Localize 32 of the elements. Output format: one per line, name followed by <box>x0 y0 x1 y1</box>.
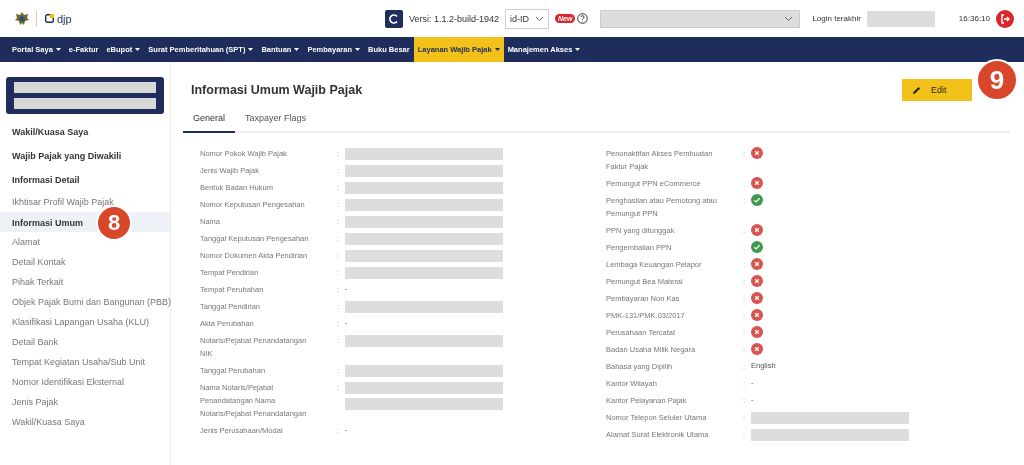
page-title: Informasi Umum Wajib Pajak <box>190 83 363 97</box>
language-select[interactable]: id-ID <box>504 8 549 29</box>
sidebar-item[interactable]: Informasi Umum <box>0 213 87 233</box>
refresh-icon[interactable] <box>384 9 403 28</box>
sidebar-item[interactable]: Nomor Identifikasi Eksternal <box>0 372 170 392</box>
sidebar-item[interactable]: Pihak Terkait <box>0 272 170 292</box>
sidebar-item[interactable]: Wakil/Kuasa Saya <box>0 120 170 144</box>
callout-badge: 9 <box>976 59 1018 101</box>
sidebar-item[interactable]: Wajib Pajak yang Diwakili <box>0 144 170 168</box>
help-icon[interactable] <box>577 13 589 24</box>
sidebar-item[interactable]: Informasi Detail <box>0 168 170 192</box>
login-time: 16:36:10 <box>958 14 990 23</box>
tab[interactable]: Taxpayer Flags <box>235 106 317 131</box>
emblem-icon[interactable] <box>14 10 30 27</box>
last-login-label: Login terakhir <box>812 14 861 23</box>
logo-icon <box>45 14 54 23</box>
sidebar-item[interactable]: Detail Kontak <box>0 252 170 272</box>
edit-button[interactable]: Edit <box>902 79 972 101</box>
logout-icon[interactable] <box>996 9 1014 28</box>
version-text: Versi: 1.1.2-build-1942 <box>408 13 499 24</box>
brand-name: djp <box>57 12 72 25</box>
sidebar-item[interactable]: Wakil/Kuasa Saya <box>0 412 170 432</box>
chevron-icon <box>534 15 544 22</box>
sidebar-item[interactable]: Tempat Kegiatan Usaha/Sub Unit <box>0 352 170 372</box>
chevron-icon <box>784 15 794 22</box>
pencil-icon <box>912 85 921 95</box>
redacted-bar <box>866 10 935 27</box>
sidebar-item[interactable]: Jenis Pajak <box>0 392 170 412</box>
tab[interactable]: General <box>183 106 236 133</box>
sidebar-item[interactable]: Klasifikasi Lapangan Usaha (KLU) <box>0 312 170 332</box>
sidebar-item[interactable]: Detail Bank <box>0 332 170 352</box>
sidebar-item[interactable]: Objek Pajak Bumi dan Bangunan (PBB) <box>0 292 170 312</box>
